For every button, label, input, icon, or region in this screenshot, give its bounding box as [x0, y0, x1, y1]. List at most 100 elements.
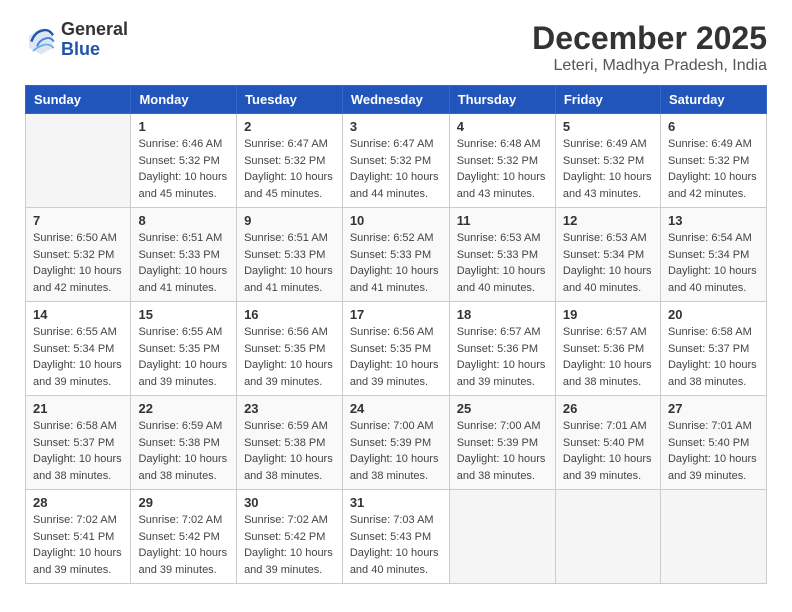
calendar-cell: 11 Sunrise: 6:53 AM Sunset: 5:33 PM Dayli… — [449, 208, 555, 302]
calendar-cell: 26Sunrise: 7:01 AM Sunset: 5:40 PM Dayli… — [555, 396, 660, 490]
calendar-cell: 17 Sunrise: 6:56 AM Sunset: 5:35 PM Dayli… — [342, 302, 449, 396]
day-number: 22 — [138, 401, 229, 416]
day-number: 6 — [668, 119, 759, 134]
day-number: 3 — [350, 119, 442, 134]
week-row-5: 28 Sunrise: 7:02 AM Sunset: 5:41 PM Dayli… — [26, 490, 767, 584]
calendar-cell: 5 Sunrise: 6:49 AM Sunset: 5:32 PM Daylig… — [555, 114, 660, 208]
calendar-cell: 27Sunrise: 7:01 AM Sunset: 5:40 PM Dayli… — [660, 396, 766, 490]
calendar-cell: 31 Sunrise: 7:03 AM Sunset: 5:43 PM Dayli… — [342, 490, 449, 584]
calendar-cell: 30 Sunrise: 7:02 AM Sunset: 5:42 PM Dayli… — [237, 490, 343, 584]
calendar-cell — [660, 490, 766, 584]
day-info: Sunrise: 6:56 AM Sunset: 5:35 PM Dayligh… — [244, 324, 335, 390]
week-row-2: 7 Sunrise: 6:50 AM Sunset: 5:32 PM Daylig… — [26, 208, 767, 302]
calendar-cell — [555, 490, 660, 584]
day-info: Sunrise: 6:58 AM Sunset: 5:37 PM Dayligh… — [668, 324, 759, 390]
calendar-cell: 2 Sunrise: 6:47 AM Sunset: 5:32 PM Daylig… — [237, 114, 343, 208]
day-number: 20 — [668, 307, 759, 322]
day-info: Sunrise: 6:50 AM Sunset: 5:32 PM Dayligh… — [33, 230, 123, 296]
title-section: December 2025 Leteri, Madhya Pradesh, In… — [532, 20, 767, 75]
calendar-cell: 28 Sunrise: 7:02 AM Sunset: 5:41 PM Dayli… — [26, 490, 131, 584]
calendar-cell: 25Sunrise: 7:00 AM Sunset: 5:39 PM Dayli… — [449, 396, 555, 490]
day-number: 30 — [244, 495, 335, 510]
logo-icon — [25, 24, 57, 56]
day-number: 7 — [33, 213, 123, 228]
day-number: 11 — [457, 213, 548, 228]
day-number: 27 — [668, 401, 759, 416]
day-info: Sunrise: 7:02 AM Sunset: 5:42 PM Dayligh… — [138, 512, 229, 578]
day-info: Sunrise: 6:59 AM Sunset: 5:38 PM Dayligh… — [138, 418, 229, 484]
day-number: 1 — [138, 119, 229, 134]
day-number: 14 — [33, 307, 123, 322]
day-info: Sunrise: 6:59 AM Sunset: 5:38 PM Dayligh… — [244, 418, 335, 484]
weekday-header-saturday: Saturday — [660, 86, 766, 114]
calendar-cell: 6 Sunrise: 6:49 AM Sunset: 5:32 PM Daylig… — [660, 114, 766, 208]
day-info: Sunrise: 6:55 AM Sunset: 5:34 PM Dayligh… — [33, 324, 123, 390]
calendar-cell: 3Sunrise: 6:47 AM Sunset: 5:32 PM Daylig… — [342, 114, 449, 208]
day-number: 2 — [244, 119, 335, 134]
calendar-cell: 16Sunrise: 6:56 AM Sunset: 5:35 PM Dayli… — [237, 302, 343, 396]
calendar-cell: 1 Sunrise: 6:46 AM Sunset: 5:32 PM Daylig… — [131, 114, 237, 208]
day-info: Sunrise: 6:49 AM Sunset: 5:32 PM Dayligh… — [668, 136, 759, 202]
day-info: Sunrise: 6:56 AM Sunset: 5:35 PM Dayligh… — [350, 324, 442, 390]
day-number: 5 — [563, 119, 653, 134]
weekday-header-friday: Friday — [555, 86, 660, 114]
day-info: Sunrise: 7:01 AM Sunset: 5:40 PM Dayligh… — [563, 418, 653, 484]
day-info: Sunrise: 7:03 AM Sunset: 5:43 PM Dayligh… — [350, 512, 442, 578]
day-info: Sunrise: 6:51 AM Sunset: 5:33 PM Dayligh… — [138, 230, 229, 296]
weekday-header-wednesday: Wednesday — [342, 86, 449, 114]
calendar-cell: 7 Sunrise: 6:50 AM Sunset: 5:32 PM Daylig… — [26, 208, 131, 302]
day-info: Sunrise: 7:02 AM Sunset: 5:42 PM Dayligh… — [244, 512, 335, 578]
day-number: 10 — [350, 213, 442, 228]
day-number: 23 — [244, 401, 335, 416]
day-number: 21 — [33, 401, 123, 416]
day-number: 13 — [668, 213, 759, 228]
calendar-cell: 4 Sunrise: 6:48 AM Sunset: 5:32 PM Daylig… — [449, 114, 555, 208]
day-info: Sunrise: 6:53 AM Sunset: 5:33 PM Dayligh… — [457, 230, 548, 296]
day-info: Sunrise: 6:47 AM Sunset: 5:32 PM Dayligh… — [244, 136, 335, 202]
day-info: Sunrise: 6:53 AM Sunset: 5:34 PM Dayligh… — [563, 230, 653, 296]
month-year: December 2025 — [532, 20, 767, 57]
day-number: 18 — [457, 307, 548, 322]
calendar-cell: 24Sunrise: 7:00 AM Sunset: 5:39 PM Dayli… — [342, 396, 449, 490]
location: Leteri, Madhya Pradesh, India — [532, 57, 767, 75]
calendar-cell: 8 Sunrise: 6:51 AM Sunset: 5:33 PM Daylig… — [131, 208, 237, 302]
day-number: 17 — [350, 307, 442, 322]
week-row-3: 14 Sunrise: 6:55 AM Sunset: 5:34 PM Dayli… — [26, 302, 767, 396]
calendar-cell: 12 Sunrise: 6:53 AM Sunset: 5:34 PM Dayli… — [555, 208, 660, 302]
day-info: Sunrise: 6:46 AM Sunset: 5:32 PM Dayligh… — [138, 136, 229, 202]
calendar-cell: 10Sunrise: 6:52 AM Sunset: 5:33 PM Dayli… — [342, 208, 449, 302]
calendar-cell: 18 Sunrise: 6:57 AM Sunset: 5:36 PM Dayli… — [449, 302, 555, 396]
day-number: 25 — [457, 401, 548, 416]
day-info: Sunrise: 6:57 AM Sunset: 5:36 PM Dayligh… — [457, 324, 548, 390]
day-number: 15 — [138, 307, 229, 322]
calendar-cell — [449, 490, 555, 584]
logo: General Blue — [25, 20, 128, 60]
header: General Blue December 2025 Leteri, Madhy… — [25, 20, 767, 75]
calendar-cell: 23 Sunrise: 6:59 AM Sunset: 5:38 PM Dayli… — [237, 396, 343, 490]
day-info: Sunrise: 6:58 AM Sunset: 5:37 PM Dayligh… — [33, 418, 123, 484]
day-number: 12 — [563, 213, 653, 228]
day-info: Sunrise: 6:57 AM Sunset: 5:36 PM Dayligh… — [563, 324, 653, 390]
day-info: Sunrise: 6:49 AM Sunset: 5:32 PM Dayligh… — [563, 136, 653, 202]
day-info: Sunrise: 6:55 AM Sunset: 5:35 PM Dayligh… — [138, 324, 229, 390]
calendar-table: SundayMondayTuesdayWednesdayThursdayFrid… — [25, 85, 767, 584]
day-number: 8 — [138, 213, 229, 228]
day-number: 31 — [350, 495, 442, 510]
week-row-4: 21 Sunrise: 6:58 AM Sunset: 5:37 PM Dayli… — [26, 396, 767, 490]
calendar-cell — [26, 114, 131, 208]
day-number: 4 — [457, 119, 548, 134]
calendar-cell: 19 Sunrise: 6:57 AM Sunset: 5:36 PM Dayli… — [555, 302, 660, 396]
calendar-cell: 15 Sunrise: 6:55 AM Sunset: 5:35 PM Dayli… — [131, 302, 237, 396]
day-number: 19 — [563, 307, 653, 322]
day-info: Sunrise: 6:48 AM Sunset: 5:32 PM Dayligh… — [457, 136, 548, 202]
day-info: Sunrise: 6:51 AM Sunset: 5:33 PM Dayligh… — [244, 230, 335, 296]
day-info: Sunrise: 6:54 AM Sunset: 5:34 PM Dayligh… — [668, 230, 759, 296]
day-info: Sunrise: 7:02 AM Sunset: 5:41 PM Dayligh… — [33, 512, 123, 578]
calendar-cell: 20 Sunrise: 6:58 AM Sunset: 5:37 PM Dayli… — [660, 302, 766, 396]
weekday-header-monday: Monday — [131, 86, 237, 114]
day-number: 28 — [33, 495, 123, 510]
calendar-cell: 13 Sunrise: 6:54 AM Sunset: 5:34 PM Dayli… — [660, 208, 766, 302]
calendar-cell: 22 Sunrise: 6:59 AM Sunset: 5:38 PM Dayli… — [131, 396, 237, 490]
day-number: 9 — [244, 213, 335, 228]
calendar-cell: 29Sunrise: 7:02 AM Sunset: 5:42 PM Dayli… — [131, 490, 237, 584]
